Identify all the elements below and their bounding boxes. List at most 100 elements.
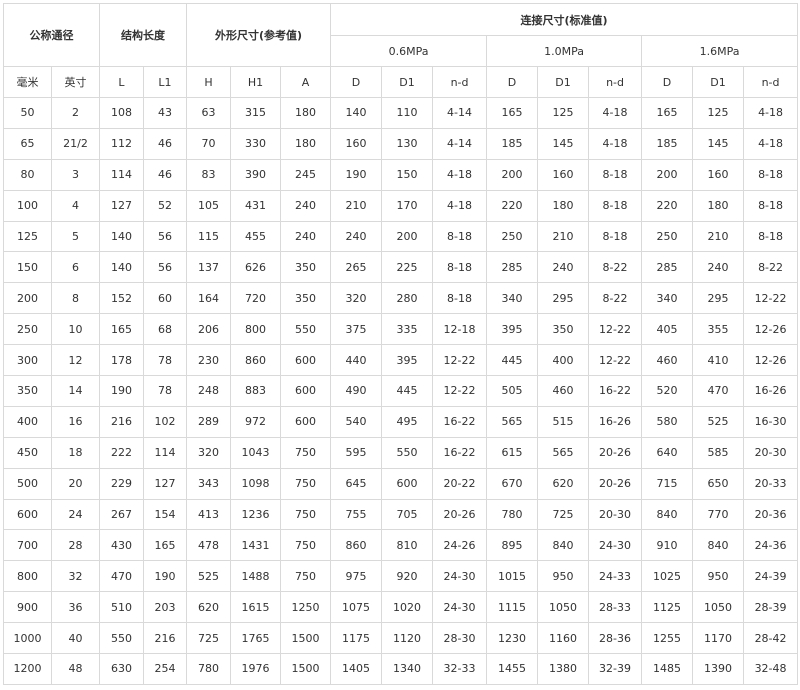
table-cell: 600 (279, 375, 332, 407)
table-cell: 10 (51, 313, 100, 346)
table-cell: 14 (51, 375, 100, 407)
table-cell: 4-18 (432, 158, 488, 191)
table-row: 125 5 140 56 115 455 240 240 200 8-18 250 210 8-18 25… (3, 220, 799, 253)
table-row: 450 18 222 114 320 1043 750 595 550 16-22 615 565 20… (3, 436, 799, 469)
table-cell: 250 (486, 220, 539, 253)
table-cell: 355 (692, 313, 745, 346)
table-cell: 395 (486, 313, 539, 346)
table-cell: 340 (641, 282, 694, 315)
table-cell: 165 (486, 97, 539, 129)
subcolumn-header: n-d (743, 66, 799, 98)
header-structure-length: 结构长度 (99, 3, 187, 67)
table-cell: 180 (279, 97, 332, 129)
table-cell: 320 (186, 436, 231, 469)
table-cell: 470 (99, 560, 144, 593)
table-cell: 8-18 (743, 189, 799, 222)
table-cell: 5 (51, 220, 100, 253)
table-cell: 860 (230, 344, 281, 377)
subcolumn-header: H (186, 66, 231, 98)
table-cell: 240 (692, 251, 745, 284)
table-cell: 1175 (330, 622, 383, 655)
table-cell: 24-39 (743, 560, 799, 593)
table-cell: 265 (330, 251, 383, 284)
subcolumn-header: n-d (432, 66, 488, 98)
table-cell: 220 (486, 189, 539, 222)
table-cell: 160 (692, 158, 745, 191)
table-cell: 20-33 (743, 467, 799, 500)
table-row: 80 3 114 46 83 390 245 190 150 4-18 200 160 8-18 200 1… (3, 158, 799, 191)
table-cell: 48 (51, 653, 100, 685)
table-cell: 1115 (486, 591, 539, 624)
table-cell: 972 (230, 405, 281, 438)
table-cell: 1025 (641, 560, 694, 593)
table-cell: 78 (143, 344, 187, 377)
table-cell: 46 (143, 158, 187, 191)
header-pressure-1-0: 1.0MPa (486, 35, 643, 67)
table-cell: 145 (537, 127, 590, 160)
table-cell: 525 (692, 405, 745, 438)
table-cell: 700 (3, 529, 52, 562)
table-cell: 12-26 (743, 313, 799, 346)
table-cell: 770 (692, 498, 745, 531)
table-cell: 43 (143, 97, 187, 129)
table-cell: 750 (279, 467, 332, 500)
table-cell: 840 (641, 498, 694, 531)
table-cell: 490 (330, 375, 383, 407)
table-cell: 245 (279, 158, 332, 191)
table-cell: 920 (381, 560, 434, 593)
table-row: 350 14 190 78 248 883 600 490 445 12-22 505 460 16-2… (3, 375, 799, 407)
table-cell: 335 (381, 313, 434, 346)
table-cell: 8-18 (588, 158, 643, 191)
table-cell: 21/2 (51, 127, 100, 160)
table-cell: 650 (692, 467, 745, 500)
table-cell: 6 (51, 251, 100, 284)
table-cell: 108 (99, 97, 144, 129)
table-cell: 1170 (692, 622, 745, 655)
subcolumn-header: n-d (588, 66, 643, 98)
table-cell: 1098 (230, 467, 281, 500)
table-cell: 350 (279, 282, 332, 315)
table-cell: 330 (230, 127, 281, 160)
subcolumn-header: 英寸 (51, 66, 100, 98)
table-row: 1200 48 630 254 780 1976 1500 1405 1340 32-33 1455… (3, 653, 799, 685)
table-cell: 1020 (381, 591, 434, 624)
table-cell: 16 (51, 405, 100, 438)
table-cell: 515 (537, 405, 590, 438)
table-cell: 32-33 (432, 653, 488, 685)
table-cell: 750 (279, 529, 332, 562)
table-row: 100 4 127 52 105 431 240 210 170 4-18 220 180 8-18 22… (3, 189, 799, 222)
table-cell: 216 (143, 622, 187, 655)
table-cell: 190 (143, 560, 187, 593)
table-cell: 125 (692, 97, 745, 129)
table-cell: 127 (99, 189, 144, 222)
table-cell: 1050 (537, 591, 590, 624)
table-cell: 24-33 (588, 560, 643, 593)
table-cell: 550 (99, 622, 144, 655)
table-cell: 164 (186, 282, 231, 315)
table-cell: 20-26 (588, 467, 643, 500)
table-cell: 185 (486, 127, 539, 160)
table-cell: 810 (381, 529, 434, 562)
table-cell: 640 (641, 436, 694, 469)
subcolumn-header: D (641, 66, 694, 98)
table-cell: 600 (3, 498, 52, 531)
table-cell: 800 (3, 560, 52, 593)
table-cell: 8-18 (432, 282, 488, 315)
table-cell: 78 (143, 375, 187, 407)
table-cell: 40 (51, 622, 100, 655)
table-cell: 750 (279, 498, 332, 531)
table-cell: 180 (537, 189, 590, 222)
table-cell: 12-22 (743, 282, 799, 315)
table-cell: 56 (143, 220, 187, 253)
table-cell: 68 (143, 313, 187, 346)
subcolumn-header: D (486, 66, 539, 98)
table-cell: 350 (279, 251, 332, 284)
table-cell: 150 (381, 158, 434, 191)
table-cell: 20 (51, 467, 100, 500)
table-cell: 28 (51, 529, 100, 562)
table-cell: 12-22 (588, 344, 643, 377)
table-cell: 1236 (230, 498, 281, 531)
table-cell: 16-22 (432, 405, 488, 438)
table-cell: 250 (3, 313, 52, 346)
table-cell: 254 (143, 653, 187, 685)
